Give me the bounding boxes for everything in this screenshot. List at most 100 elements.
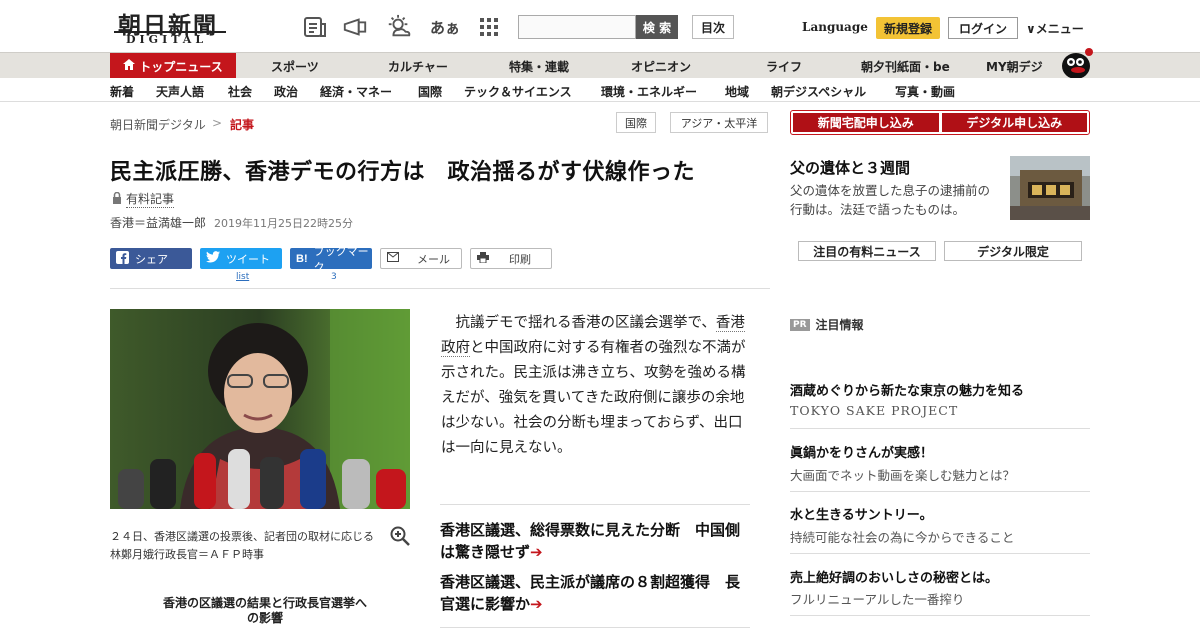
nav-sports[interactable]: スポーツ [271, 58, 319, 75]
nav2-photo[interactable]: 写真・動画 [895, 83, 955, 100]
signup-button[interactable]: 新規登録 [876, 17, 940, 39]
paid-news-button[interactable]: 注目の有料ニュース [798, 241, 936, 261]
arrow-right-icon: ➔ [530, 595, 543, 613]
ad-title[interactable]: 酒蔵めぐりから新たな東京の魅力を知る [790, 380, 1024, 399]
share-hatena-button[interactable]: B! ブックマーク [290, 245, 372, 274]
share-mail-button[interactable]: メール [380, 248, 462, 269]
arrow-right-icon: ➔ [530, 543, 543, 561]
subscribe-paper-button[interactable]: 新聞宅配申し込み [793, 113, 939, 132]
sub-nav: 新着 天声人語 社会 政治 経済・マネー 国際 テック＆サイエンス 環境・エネル… [0, 78, 1200, 102]
login-button[interactable]: ログイン [948, 17, 1018, 39]
share-twitter-label: ツイート [226, 252, 270, 266]
nav-opinion[interactable]: オピニオン [631, 58, 691, 75]
breadcrumb-separator: > [212, 116, 223, 130]
hatena-count[interactable]: 3 [331, 272, 337, 282]
search-input[interactable] [518, 15, 636, 39]
related-article-title: 香港区議選、民主派が議席の８割超獲得 長官選に影響か [440, 573, 741, 613]
nav2-region[interactable]: 地域 [725, 83, 749, 100]
toc-button[interactable]: 目次 [692, 15, 734, 39]
mascot-icon[interactable] [1058, 44, 1094, 80]
font-size-icon[interactable]: あぁ [430, 14, 460, 40]
nav2-economy[interactable]: 経済・マネー [320, 83, 392, 100]
digital-only-button[interactable]: デジタル限定 [944, 241, 1082, 261]
divider [790, 428, 1090, 429]
nav-culture[interactable]: カルチャー [388, 58, 448, 75]
tag-international[interactable]: 国際 [616, 112, 656, 133]
breadcrumb-home[interactable]: 朝日新聞デジタル [110, 116, 206, 133]
nav2-latest[interactable]: 新着 [110, 83, 134, 100]
lock-icon [112, 191, 122, 207]
article-headline: 民主派圧勝、香港デモの行方は 政治揺るがす伏線作った [110, 160, 696, 185]
nav2-special[interactable]: 朝デジスペシャル [771, 83, 866, 100]
ad-subtitle[interactable]: TOKYO SAKE PROJECT [790, 403, 958, 418]
nav-paper[interactable]: 朝夕刊紙面・be [861, 58, 950, 75]
nav-top-news-label: トップニュース [139, 59, 223, 74]
feature-thumbnail[interactable] [1010, 156, 1090, 220]
promo-graphic-title[interactable]: 香港の区議選の結果と行政長官選挙への影響 [160, 596, 370, 626]
site-logo-sub[interactable]: DIGITAL [126, 33, 207, 46]
printer-icon [477, 251, 489, 266]
subscribe-digital-button[interactable]: デジタル申し込み [941, 113, 1087, 132]
ad-title[interactable]: 水と生きるサントリー。 [790, 504, 933, 523]
ad-title[interactable]: 売上絶好調のおいしさの秘密とは。 [790, 567, 998, 586]
share-facebook-button[interactable]: シェア [110, 248, 192, 269]
nav2-international[interactable]: 国際 [418, 83, 442, 100]
menu-button[interactable]: ∨メニュー [1026, 20, 1084, 37]
divider [110, 288, 770, 289]
zoom-icon[interactable] [390, 526, 410, 546]
twitter-icon [206, 251, 220, 266]
share-hatena-label: ブックマーク [313, 244, 369, 274]
main-nav: トップニュース スポーツ カルチャー 特集・連載 オピニオン ライフ 朝夕刊紙面… [0, 52, 1200, 79]
article-photo[interactable] [110, 309, 410, 509]
nav2-environment[interactable]: 環境・エネルギー [601, 83, 697, 100]
article-body: 抗議デモで揺れる香港の区議会選挙で、香港政府と中国政府に対する有権者の強烈な不満… [441, 311, 749, 461]
megaphone-icon[interactable] [342, 14, 368, 40]
divider [440, 504, 750, 505]
ad-subtitle[interactable]: フルリニューアルした一番搾り [790, 589, 964, 608]
pr-section-header: PR 注目情報 [790, 316, 864, 333]
home-icon [123, 59, 136, 73]
search-button[interactable]: 検 索 [636, 15, 678, 39]
hatena-bookmark-icon: B! [296, 252, 308, 265]
language-link[interactable]: Language [802, 20, 868, 34]
paid-label-text: 有料記事 [126, 192, 175, 208]
divider [790, 615, 1090, 616]
newspaper-icon[interactable] [302, 14, 328, 40]
divider [440, 627, 750, 628]
divider [790, 553, 1090, 554]
nav-top-news[interactable]: トップニュース [110, 53, 236, 79]
author: 香港＝益満雄一郎 [110, 216, 207, 230]
feature-title[interactable]: 父の遺体と３週間 [790, 157, 910, 178]
twitter-count[interactable]: list [236, 272, 249, 282]
body-rest: と中国政府に対する有権者の強烈な不満が示された。民主派は沸き立ち、攻勢を強める構… [441, 340, 746, 456]
nav2-tech[interactable]: テック＆サイエンス [464, 83, 572, 100]
chevron-down-icon: ∨ [1026, 22, 1036, 36]
nav-my-asahi[interactable]: MY朝デジ [986, 58, 1043, 75]
site-header: 朝日新聞 DIGITAL あぁ 検 索 目次 Language 新規登録 ログイ… [0, 0, 1200, 52]
mail-icon [387, 252, 399, 265]
publish-date: 2019年11月25日22時25分 [214, 217, 353, 230]
related-article-link[interactable]: 香港区議選、総得票数に見えた分断 中国側は驚き隠せず➔ [440, 519, 750, 563]
share-twitter-button[interactable]: ツイート [200, 248, 282, 269]
body-lead: 抗議デモで揺れる香港の区議会選挙で、 [455, 315, 716, 331]
nav2-tensei[interactable]: 天声人語 [156, 83, 204, 100]
ad-title[interactable]: 眞鍋かをりさんが実感！ [790, 442, 933, 461]
paid-article-label[interactable]: 有料記事 [112, 190, 175, 208]
ad-subtitle[interactable]: 大画面でネット動画を楽しむ魅力とは？ [790, 465, 1015, 484]
breadcrumb-current: 記事 [230, 118, 255, 132]
grid-menu-icon[interactable] [476, 14, 502, 40]
photo-caption: ２４日、香港区議選の投票後、記者団の取材に応じる林鄭月娥行政長官＝ＡＦＰ時事 [110, 530, 374, 561]
nav-life[interactable]: ライフ [766, 58, 802, 75]
nav2-society[interactable]: 社会 [228, 83, 252, 100]
print-button[interactable]: 印刷 [470, 248, 552, 269]
menu-label: メニュー [1035, 22, 1084, 36]
weather-icon[interactable] [386, 14, 412, 40]
ad-subtitle[interactable]: 持続可能な社会の為に今からできること [790, 527, 1014, 546]
nav-features[interactable]: 特集・連載 [509, 58, 569, 75]
tag-asia-pacific[interactable]: アジア・太平洋 [670, 112, 768, 133]
divider [790, 491, 1090, 492]
related-article-link[interactable]: 香港区議選、民主派が議席の８割超獲得 長官選に影響か➔ [440, 571, 750, 615]
nav2-politics[interactable]: 政治 [274, 83, 298, 100]
feature-description[interactable]: 父の遺体を放置した息子の逮捕前の行動は。法廷で語ったものは。 [790, 181, 1002, 219]
subscribe-buttons: 新聞宅配申し込み デジタル申し込み [790, 110, 1090, 135]
